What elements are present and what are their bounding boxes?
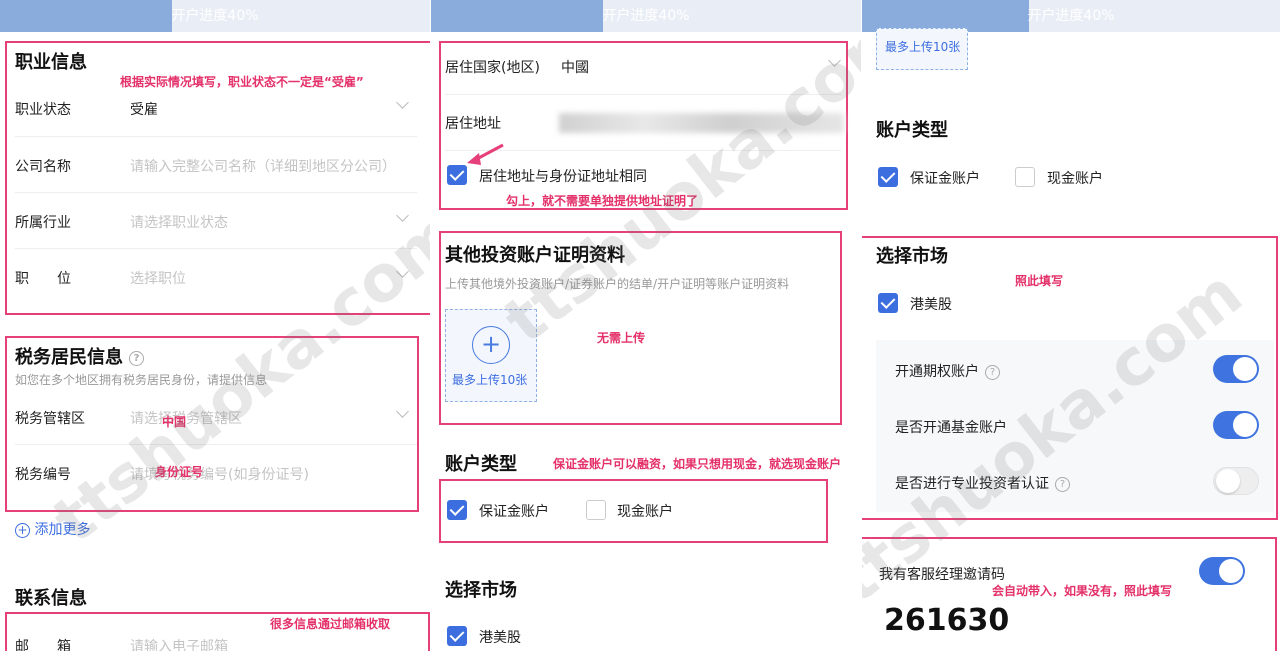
tax-number-label: 税务编号: [15, 467, 71, 483]
industry-select[interactable]: 请选择职业状态: [130, 212, 228, 232]
same-address-checkbox[interactable]: [447, 165, 467, 185]
industry-label: 所属行业: [15, 215, 71, 231]
margin-account-label: 保证金账户: [479, 504, 549, 520]
country-label: 居住国家(地区): [445, 60, 540, 76]
pro-investor-toggle[interactable]: [1213, 467, 1259, 495]
annotation-other-accounts: 无需上传: [597, 331, 646, 345]
margin-account-checkbox[interactable]: [447, 500, 467, 520]
panel-account-market-invite: 开户进度40% 最多上传10张 账户类型 保证金账户 现金账户 选择市场 照此填…: [862, 0, 1280, 651]
annotation-market: 照此填写: [1015, 274, 1064, 288]
divider: [15, 444, 417, 445]
annotation-residence: 勾上，就不需要单独提供地址证明了: [506, 194, 699, 208]
section-title-market: 选择市场: [876, 246, 948, 267]
progress-label: 开户进度40%: [171, 8, 259, 24]
section-title-contact: 联系信息: [15, 588, 87, 609]
panel-residence-accounts: 开户进度40% 居住国家(地区) 中國 居住地址 居住地址与身份证地址相同 勾上…: [431, 0, 861, 651]
hk-us-label: 港美股: [910, 297, 952, 313]
margin-account-label: 保证金账户: [910, 171, 980, 187]
progress-label: 开户进度40%: [602, 8, 690, 24]
upload-area[interactable]: 最多上传10张: [876, 28, 968, 70]
pro-investor-label: 是否进行专业投资者认证?: [895, 473, 1070, 493]
section-title-account-type: 账户类型: [445, 454, 517, 475]
section-title-account-type: 账户类型: [876, 120, 948, 141]
country-select[interactable]: 中國: [561, 57, 589, 77]
cash-account-label: 现金账户: [617, 504, 673, 520]
help-icon[interactable]: ?: [129, 350, 144, 366]
annotation-account-type: 保证金账户可以融资，如果只想用现金，就选现金账户: [553, 457, 842, 471]
company-input[interactable]: 请输入完整公司名称（详细到地区分公司）: [130, 156, 396, 176]
annotation-occupation: 根据实际情况填写，职业状态不一定是“受雇”: [120, 75, 364, 89]
section-title-tax: 税务居民信息?: [15, 343, 144, 369]
invite-code-toggle[interactable]: [1199, 557, 1245, 585]
hk-us-checkbox[interactable]: [447, 626, 467, 646]
other-accounts-subtitle: 上传其他境外投资账户/证券账户的结单/开户证明等账户证明资料: [445, 277, 790, 291]
section-title-occupation: 职业信息: [15, 52, 87, 73]
options-account-label: 开通期权账户?: [895, 361, 1000, 381]
upload-label: 最多上传10张: [885, 40, 961, 54]
invite-code-label: 我有客服经理邀请码: [879, 567, 1005, 583]
help-icon[interactable]: ?: [985, 364, 1000, 380]
cash-account-checkbox[interactable]: [1015, 167, 1035, 187]
status-select[interactable]: 受雇: [130, 99, 158, 119]
hk-us-label: 港美股: [479, 630, 521, 646]
annotation-invite: 会自动带入，如果没有，照此填写: [992, 584, 1173, 598]
upload-area[interactable]: + 最多上传10张: [445, 309, 537, 402]
arrow-icon: [467, 143, 504, 165]
annotation-contact: 很多信息通过邮箱收取: [270, 617, 391, 631]
fund-account-toggle[interactable]: [1213, 411, 1259, 439]
position-label: 职 位: [15, 271, 71, 287]
margin-account-checkbox[interactable]: [878, 167, 898, 187]
divider: [15, 192, 417, 193]
panel-occupation-tax-contact: 开户进度40% 职业信息 根据实际情况填写，职业状态不一定是“受雇” 职业状态 …: [0, 0, 430, 651]
help-icon[interactable]: ?: [1055, 476, 1070, 492]
upload-label: 最多上传10张: [452, 373, 528, 387]
annotation-jurisdiction: 中国: [162, 415, 187, 429]
status-label: 职业状态: [15, 102, 71, 118]
progress-bar: 开户进度40%: [431, 0, 861, 32]
jurisdiction-label: 税务管辖区: [15, 411, 85, 427]
add-more-label: 添加更多: [34, 522, 91, 538]
hk-us-checkbox[interactable]: [878, 293, 898, 313]
email-label: 邮 箱: [15, 639, 71, 651]
plus-icon: +: [472, 326, 510, 364]
cash-account-checkbox[interactable]: [586, 500, 606, 520]
address-input-blurred[interactable]: [559, 113, 844, 133]
company-label: 公司名称: [15, 159, 71, 175]
divider: [15, 248, 417, 249]
section-title-market: 选择市场: [445, 580, 517, 601]
options-account-toggle[interactable]: [1213, 355, 1259, 383]
invite-code-input[interactable]: 261630: [884, 603, 1009, 638]
progress-bar: 开户进度40%: [0, 0, 430, 32]
plus-circle-icon: +: [15, 522, 30, 538]
address-label: 居住地址: [445, 116, 501, 132]
email-input[interactable]: 请输入电子邮箱: [130, 636, 228, 651]
fund-account-label: 是否开通基金账户: [895, 420, 1007, 436]
same-address-label: 居住地址与身份证地址相同: [479, 169, 647, 185]
cash-account-label: 现金账户: [1047, 171, 1103, 187]
add-more-button[interactable]: + 添加更多: [15, 519, 90, 539]
divider: [445, 94, 841, 95]
annotation-tax-number: 身份证号: [155, 465, 204, 479]
tax-subtitle: 如您在多个地区拥有税务居民身份，请提供信息: [15, 373, 268, 387]
divider: [15, 136, 417, 137]
section-title-other-accounts: 其他投资账户证明资料: [445, 245, 625, 266]
position-select[interactable]: 选择职位: [130, 268, 186, 288]
